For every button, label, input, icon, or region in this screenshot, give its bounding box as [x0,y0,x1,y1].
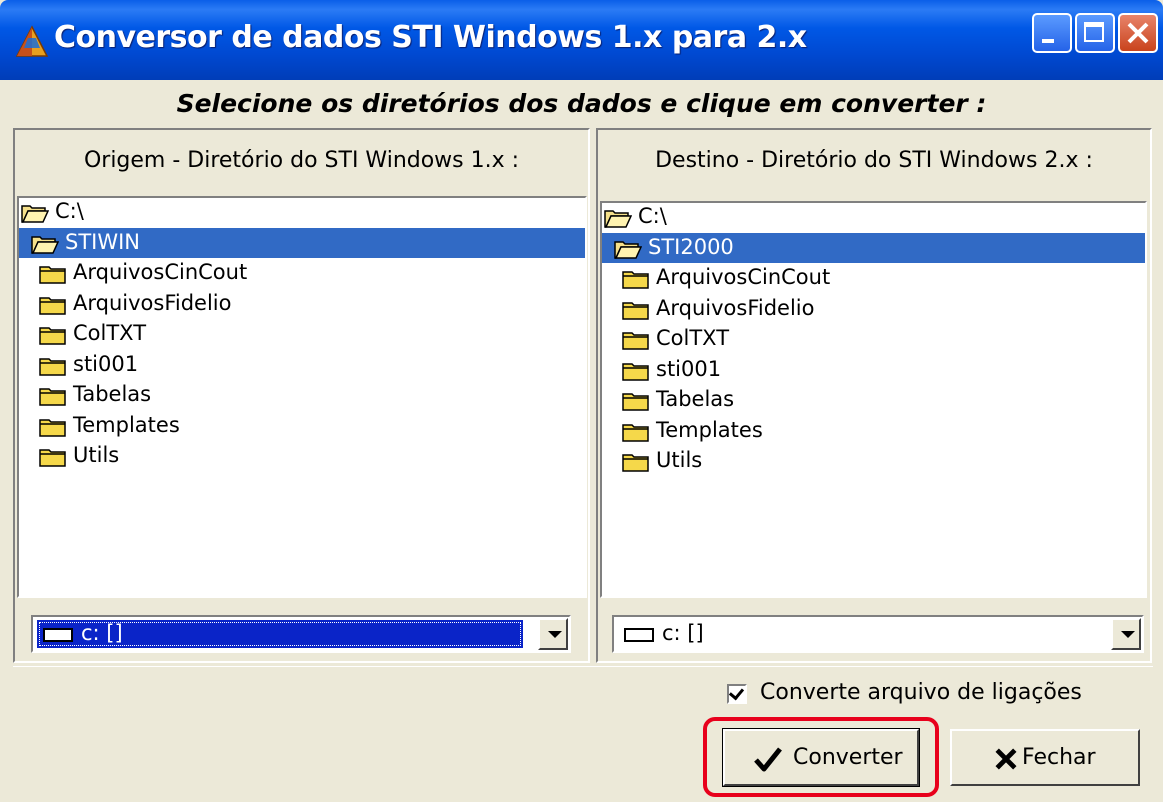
folder-icon [39,447,67,467]
instructions-heading: Selecione os diretórios dos dados e cliq… [176,89,987,118]
tree-item-label: ArquivosCinCout [656,265,831,289]
tree-item-label: ColTXT [656,326,730,350]
tree-item[interactable]: Tabelas [602,385,1145,415]
tree-item[interactable]: ArquivosFidelio [602,294,1145,324]
destination-panel: Destino - Diretório do STI Windows 2.x :… [596,128,1152,663]
tree-item-label: C:\ [55,199,84,223]
minimize-icon [1042,39,1054,43]
tree-item[interactable]: ColTXT [19,319,585,349]
folder-icon [622,269,650,289]
x-icon [995,748,1017,770]
tree-item-label: Templates [73,412,180,437]
tree-item-label: sti001 [656,356,722,381]
drive-icon [43,628,73,642]
folder-icon [622,361,650,381]
tree-item-label: Templates [656,417,763,442]
close-icon [1127,22,1149,44]
destination-label: Destino - Diretório do STI Windows 2.x : [655,148,1093,173]
tree-item[interactable]: sti001 [19,350,585,380]
destination-drive-value: c: [] [618,620,1104,648]
annotation-highlight-frame [703,717,939,797]
source-label: Origem - Diretório do STI Windows 1.x : [83,148,520,173]
maximize-icon [1084,22,1104,42]
tree-item-label: ArquivosFidelio [73,290,232,315]
folder-icon [622,452,650,472]
tree-item[interactable]: ColTXT [602,324,1145,354]
open-folder-icon [21,203,50,223]
folder-icon [622,391,650,411]
tree-item-label: Tabelas [656,387,735,411]
tree-item-label: Utils [73,443,120,467]
tree-item-label: STIWIN [65,229,141,254]
tree-item[interactable]: sti001 [602,355,1145,385]
folder-icon [622,422,650,442]
tree-item[interactable]: Templates [19,411,585,441]
convert-calls-checkbox[interactable] [727,684,747,704]
open-folder-icon [614,239,643,259]
tree-item[interactable]: ArquivosFidelio [19,289,585,319]
source-drive-select[interactable]: c: [] [31,615,571,653]
close-dialog-button[interactable]: Fechar [950,729,1140,786]
title-bar[interactable]: Conversor de dados STI Windows 1.x para … [0,0,1163,80]
tree-item-label: ArquivosCinCout [73,260,248,284]
folder-icon [39,417,67,437]
open-folder-icon [604,208,633,228]
folder-icon [39,356,67,376]
folder-icon [622,330,650,350]
destination-directory-tree[interactable]: C:\ STI2000 ArquivosCinCout ArquivosFidelio… [600,201,1147,598]
window-title: Conversor de dados STI Windows 1.x para … [54,20,807,55]
folder-icon [39,386,67,406]
folder-icon [622,300,650,320]
source-panel: Origem - Diretório do STI Windows 1.x : … [13,128,590,663]
tree-item[interactable]: STI2000 [602,232,1145,263]
source-directory-tree[interactable]: C:\ STIWIN ArquivosCinCout ArquivosFidelio C… [17,196,587,598]
tree-item[interactable]: C:\ [602,203,1145,232]
app-pyramid-icon [15,25,49,57]
close-button-label: Fechar [1022,745,1096,770]
tree-item[interactable]: Templates [602,416,1145,446]
tree-item-label: ColTXT [73,321,147,345]
folder-icon [39,325,67,345]
open-folder-icon [31,234,60,254]
drive-icon [624,628,654,642]
tree-item-label: Utils [656,448,703,472]
source-drive-dropdown-button[interactable] [538,618,568,650]
folder-icon [39,264,67,284]
tree-item[interactable]: ArquivosCinCout [602,263,1145,293]
tree-item[interactable]: ArquivosCinCout [19,258,585,288]
minimize-button[interactable] [1032,13,1072,53]
source-drive-value: c: [] [37,620,523,648]
tree-item[interactable]: C:\ [19,198,585,227]
convert-calls-label[interactable]: Converte arquivo de ligações [760,680,1082,705]
divider [13,666,1153,667]
folder-icon [39,295,67,315]
tree-item-label: STI2000 [648,234,734,259]
tree-item[interactable]: Tabelas [19,380,585,410]
maximize-button[interactable] [1075,13,1115,53]
tree-item-label: sti001 [73,351,139,376]
destination-drive-dropdown-button[interactable] [1111,618,1141,650]
tree-item-label: Tabelas [73,382,152,406]
tree-item-label: C:\ [638,204,667,228]
close-button[interactable] [1118,13,1158,53]
tree-item[interactable]: Utils [19,441,585,471]
destination-drive-select[interactable]: c: [] [612,615,1144,653]
tree-item[interactable]: STIWIN [19,227,585,258]
tree-item[interactable]: Utils [602,446,1145,476]
tree-item-label: ArquivosFidelio [656,295,815,320]
